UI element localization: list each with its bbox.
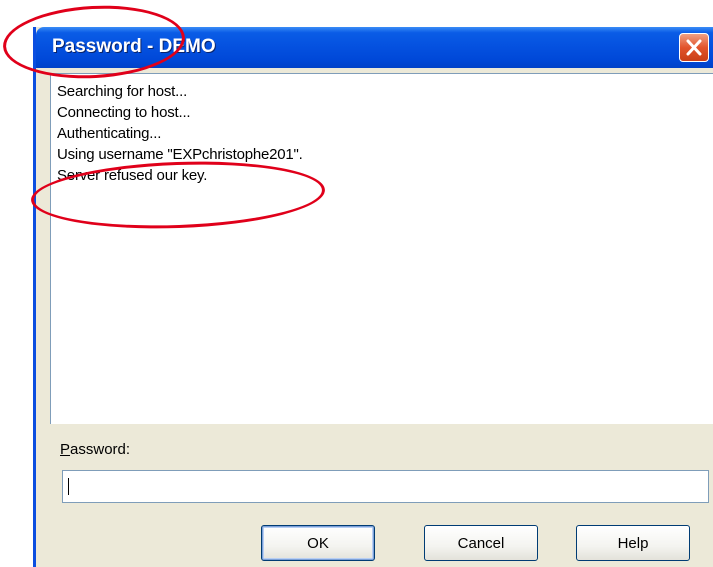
text-caret [68,478,69,495]
password-label-mnemonic: P [60,441,71,458]
title-bar[interactable]: Password - DEMO [36,27,713,68]
password-field[interactable] [62,470,709,503]
window-title: Password - DEMO [52,36,216,57]
log-line: Searching for host... [57,83,188,100]
log-line: Using username "EXPchristophe201". [57,146,303,163]
log-line: Connecting to host... [57,104,191,121]
password-label: Password: [60,441,130,458]
close-icon [686,39,702,56]
log-line: Authenticating... [57,125,162,142]
password-dialog: Password - DEMO Searching for host... Co… [33,27,713,567]
close-button[interactable] [679,33,709,62]
session-log: Searching for host... Connecting to host… [50,73,713,424]
log-line: Server refused our key. [57,167,208,184]
password-label-text: assword: [70,441,131,458]
